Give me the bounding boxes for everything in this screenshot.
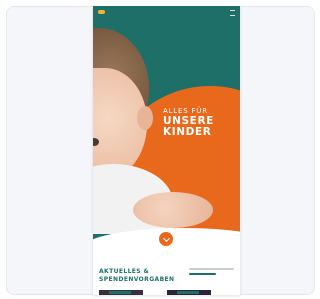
scroll-down-button[interactable] bbox=[159, 232, 173, 246]
news-section-title: AKTUELLES & SPENDENVORGABEN bbox=[99, 268, 179, 284]
text-link-line[interactable] bbox=[189, 273, 216, 275]
section-title-line-1: AKTUELLES & bbox=[99, 268, 150, 275]
section-title-line-2: SPENDENVORGABEN bbox=[99, 275, 175, 283]
hero-headline: ALLES FÜR UNSERE KINDER bbox=[163, 107, 238, 139]
news-card-thumbnail[interactable] bbox=[99, 290, 143, 295]
child-photo-arm bbox=[133, 192, 213, 228]
headline-line-3: KINDER bbox=[163, 126, 212, 139]
news-card-badge bbox=[109, 291, 131, 294]
logo-icon[interactable] bbox=[98, 10, 105, 14]
website-preview[interactable]: ALLES FÜR UNSERE KINDER AKTUELLES & SPEN… bbox=[93, 6, 240, 295]
hero-section: ALLES FÜR UNSERE KINDER bbox=[93, 6, 240, 242]
news-card-thumbnail[interactable] bbox=[167, 290, 211, 295]
text-placeholder-line bbox=[189, 268, 234, 270]
news-card-badge bbox=[177, 291, 199, 294]
section-intro-text bbox=[189, 268, 234, 278]
chevron-down-icon bbox=[162, 234, 170, 242]
menu-icon[interactable] bbox=[230, 10, 235, 16]
child-photo-ear bbox=[137, 106, 153, 130]
